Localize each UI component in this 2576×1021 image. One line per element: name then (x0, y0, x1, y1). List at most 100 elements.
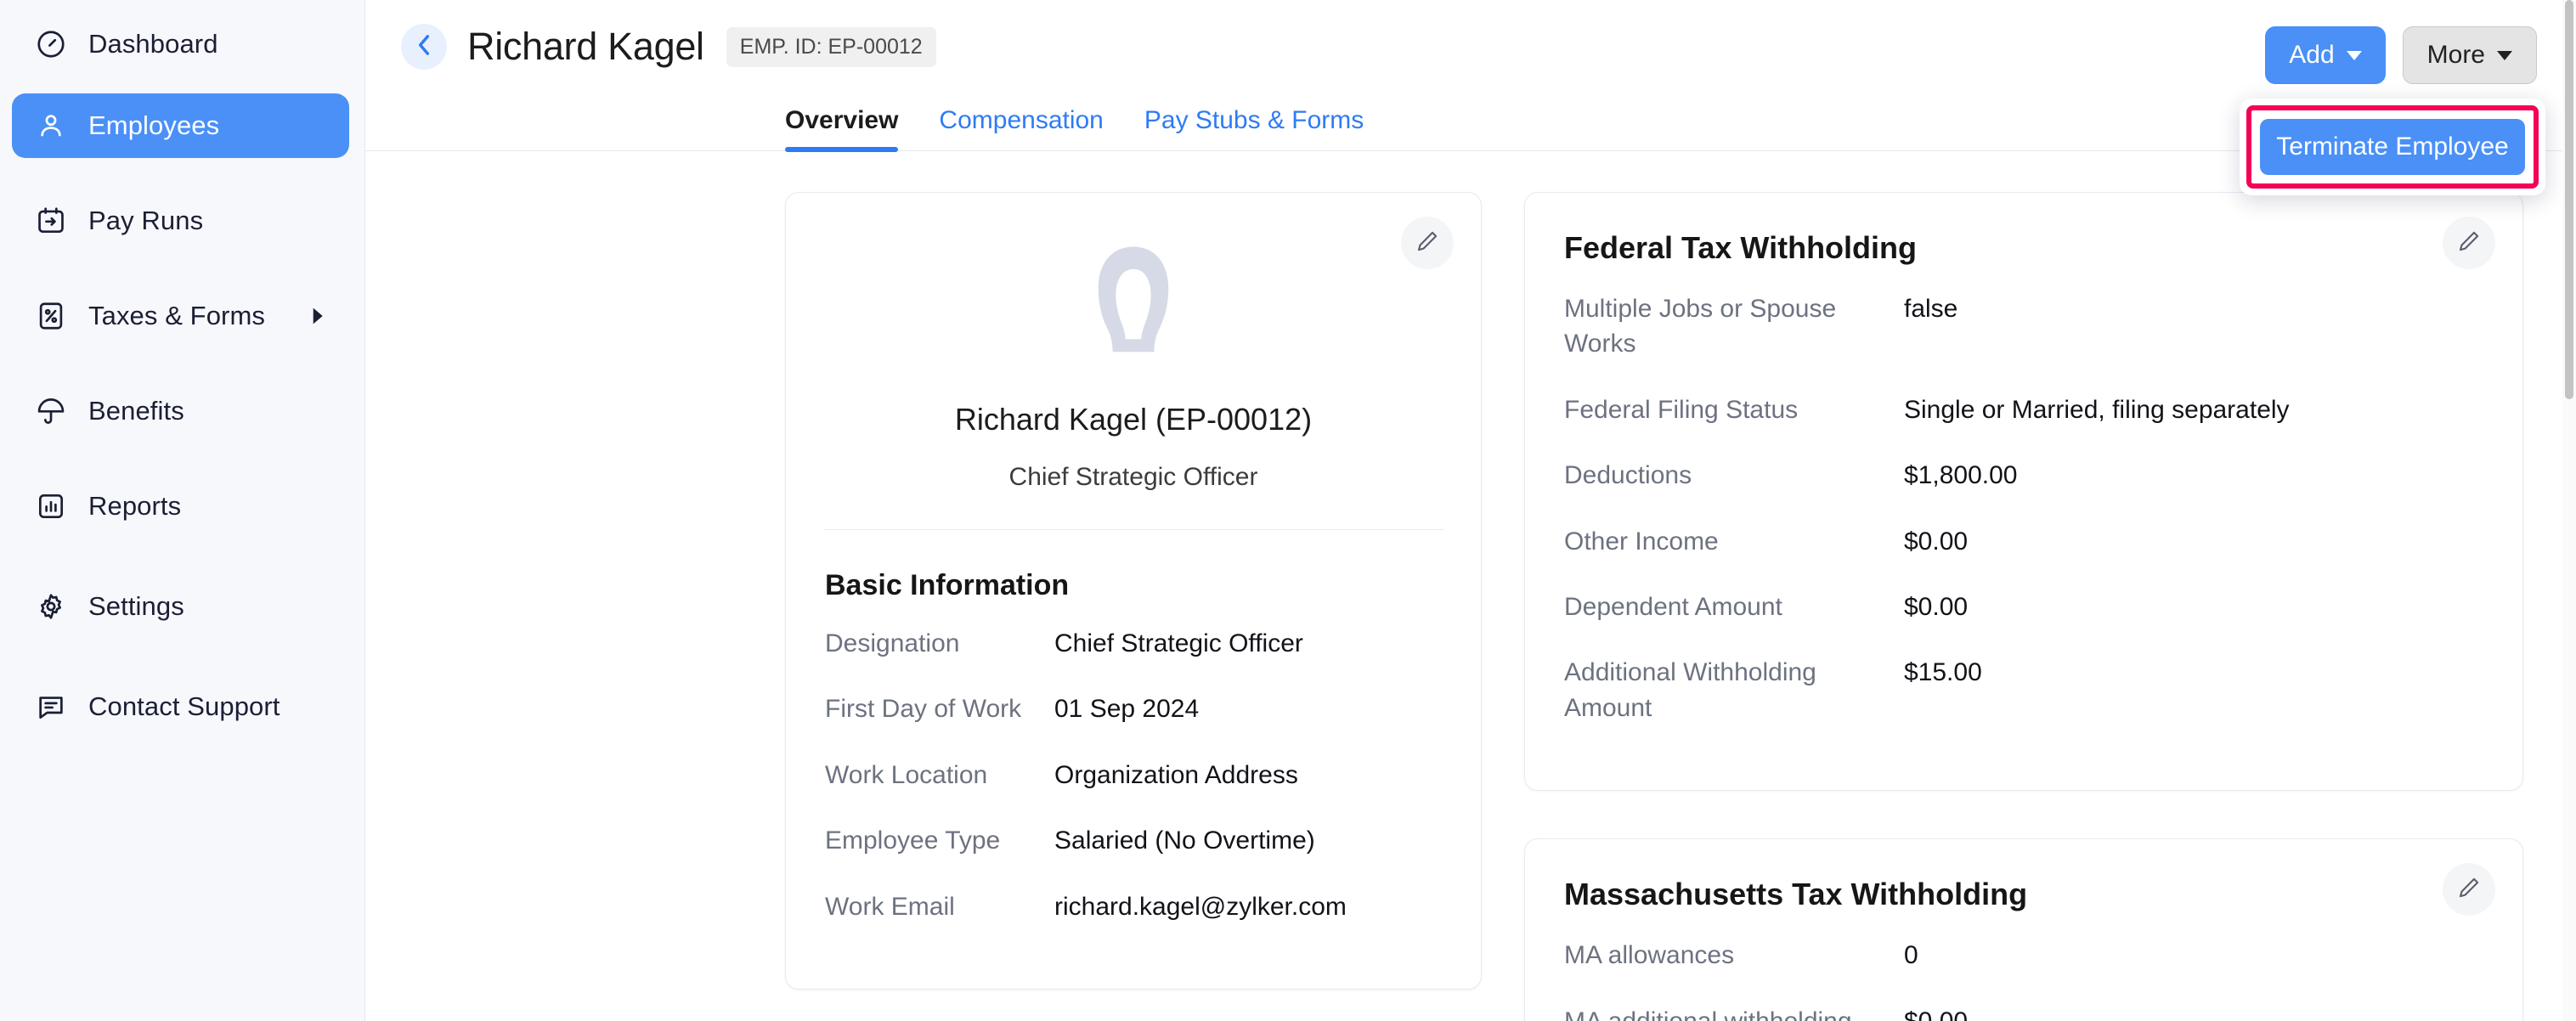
more-button[interactable]: More (2403, 26, 2537, 84)
field-row: MA allowances 0 (1564, 938, 2483, 973)
field-value: $15.00 (1904, 655, 1982, 690)
profile-role: Chief Strategic Officer (786, 463, 1481, 492)
field-value: false (1904, 291, 1957, 326)
sidebar-item-pay-runs[interactable]: Pay Runs (12, 189, 349, 253)
nav-spacer (0, 76, 364, 93)
sidebar-item-label: Contact Support (88, 691, 280, 722)
card-spacer (1524, 791, 2523, 838)
field-value: $0.00 (1904, 524, 1968, 559)
field-label: MA allowances (1564, 938, 1904, 973)
employee-profile-card: Richard Kagel (EP-00012) Chief Strategic… (785, 192, 1482, 990)
field-value: $0.00 (1904, 589, 1968, 624)
gear-icon (32, 588, 70, 625)
sidebar-item-contact-support[interactable]: Contact Support (12, 674, 349, 739)
field-label: Work Email (825, 889, 1054, 924)
tax-document-icon (32, 297, 70, 335)
more-button-label: More (2427, 41, 2485, 70)
edit-profile-button[interactable] (1401, 217, 1454, 269)
content-area: Richard Kagel (EP-00012) Chief Strategic… (365, 151, 2576, 1021)
user-icon (32, 107, 70, 144)
field-label: Federal Filing Status (1564, 392, 1904, 427)
field-value: Salaried (No Overtime) (1054, 823, 1315, 858)
page-header: Richard Kagel EMP. ID: EP-00012 Add More… (365, 0, 2576, 93)
field-value: Organization Address (1054, 758, 1298, 793)
chevron-down-icon (2347, 51, 2362, 60)
field-value: 01 Sep 2024 (1054, 691, 1199, 726)
more-dropdown-menu: Terminate Employee (2240, 99, 2545, 195)
basic-information-fields: Designation Chief Strategic Officer Firs… (786, 611, 1481, 989)
back-button[interactable] (401, 24, 447, 70)
tab-compensation[interactable]: Compensation (939, 106, 1103, 150)
calendar-arrow-icon (32, 202, 70, 240)
sidebar-item-taxes-and-forms[interactable]: Taxes & Forms (12, 284, 349, 348)
sidebar-item-label: Taxes & Forms (88, 301, 265, 331)
speedometer-icon (32, 25, 70, 63)
page-title: Richard Kagel (467, 25, 704, 69)
umbrella-icon (32, 392, 70, 430)
sidebar-item-employees[interactable]: Employees (12, 93, 349, 158)
field-row: First Day of Work 01 Sep 2024 (825, 691, 1442, 726)
highlight-box: Terminate Employee (2246, 105, 2539, 189)
edit-state-tax-button[interactable] (2443, 863, 2495, 916)
sidebar-item-settings[interactable]: Settings (12, 574, 349, 639)
field-value: $0.00 (1904, 1004, 1968, 1021)
field-value: 0 (1904, 938, 1918, 973)
profile-name: Richard Kagel (EP-00012) (786, 402, 1481, 437)
field-row: Work Email richard.kagel@zylker.com (825, 889, 1442, 924)
employee-id-badge: EMP. ID: EP-00012 (726, 27, 936, 67)
field-row: Other Income $0.00 (1564, 524, 2483, 559)
federal-tax-fields: Multiple Jobs or Spouse Works false Fede… (1525, 276, 2522, 790)
federal-tax-withholding-card: Federal Tax Withholding Multiple Jobs or… (1524, 192, 2523, 791)
field-value: richard.kagel@zylker.com (1054, 889, 1347, 924)
field-label: First Day of Work (825, 691, 1054, 726)
sidebar-item-label: Dashboard (88, 29, 218, 59)
nav-spacer (0, 253, 364, 284)
chevron-right-icon (310, 307, 327, 325)
field-row: Dependent Amount $0.00 (1564, 589, 2483, 624)
chevron-left-icon (415, 34, 433, 60)
field-row: MA additional withholding $0.00 (1564, 1004, 2483, 1021)
sidebar-item-label: Benefits (88, 396, 184, 426)
state-tax-title: Massachusetts Tax Withholding (1525, 839, 2522, 922)
bar-chart-icon (32, 488, 70, 525)
main-content: Richard Kagel EMP. ID: EP-00012 Add More… (365, 0, 2576, 1021)
edit-federal-tax-button[interactable] (2443, 217, 2495, 269)
add-button-label: Add (2289, 41, 2334, 70)
federal-tax-title: Federal Tax Withholding (1525, 193, 2522, 276)
chat-icon (32, 688, 70, 725)
sidebar-item-dashboard[interactable]: Dashboard (12, 12, 349, 76)
field-row: Federal Filing Status Single or Married,… (1564, 392, 2483, 427)
field-label: MA additional withholding (1564, 1004, 1904, 1021)
sidebar-item-benefits[interactable]: Benefits (12, 379, 349, 443)
add-button[interactable]: Add (2265, 26, 2385, 84)
field-value: Single or Married, filing separately (1904, 392, 2290, 427)
state-tax-withholding-card: Massachusetts Tax Withholding MA allowan… (1524, 838, 2523, 1021)
menu-item-terminate-employee[interactable]: Terminate Employee (2260, 119, 2525, 175)
field-label: Work Location (825, 758, 1054, 793)
field-value: $1,800.00 (1904, 458, 2017, 493)
page-scrollbar[interactable] (2562, 0, 2576, 1021)
user-avatar-placeholder (1053, 240, 1214, 368)
header-actions: Add More (2265, 26, 2537, 84)
field-label: Dependent Amount (1564, 589, 1904, 624)
tab-overview[interactable]: Overview (785, 106, 898, 150)
tab-pay-stubs-and-forms[interactable]: Pay Stubs & Forms (1144, 106, 1364, 150)
field-row: Multiple Jobs or Spouse Works false (1564, 291, 2483, 362)
sidebar-item-label: Employees (88, 110, 219, 141)
field-label: Designation (825, 626, 1054, 661)
profile-summary: Richard Kagel (EP-00012) Chief Strategic… (786, 193, 1481, 529)
state-tax-fields: MA allowances 0 MA additional withholdin… (1525, 922, 2522, 1021)
sidebar-item-label: Pay Runs (88, 206, 203, 236)
nav-spacer (0, 443, 364, 474)
sidebar: Dashboard Employees Pay Runs (0, 0, 365, 1021)
nav-spacer (0, 539, 364, 574)
field-label: Additional Withholding Amount (1564, 655, 1904, 725)
sidebar-item-label: Reports (88, 491, 181, 522)
chevron-down-icon (2497, 51, 2512, 60)
pencil-icon (2456, 875, 2482, 905)
sidebar-item-reports[interactable]: Reports (12, 474, 349, 539)
field-label: Deductions (1564, 458, 1904, 493)
right-column: Federal Tax Withholding Multiple Jobs or… (1524, 192, 2523, 1021)
left-column: Richard Kagel (EP-00012) Chief Strategic… (785, 192, 1482, 1021)
scrollbar-thumb[interactable] (2565, 0, 2573, 399)
